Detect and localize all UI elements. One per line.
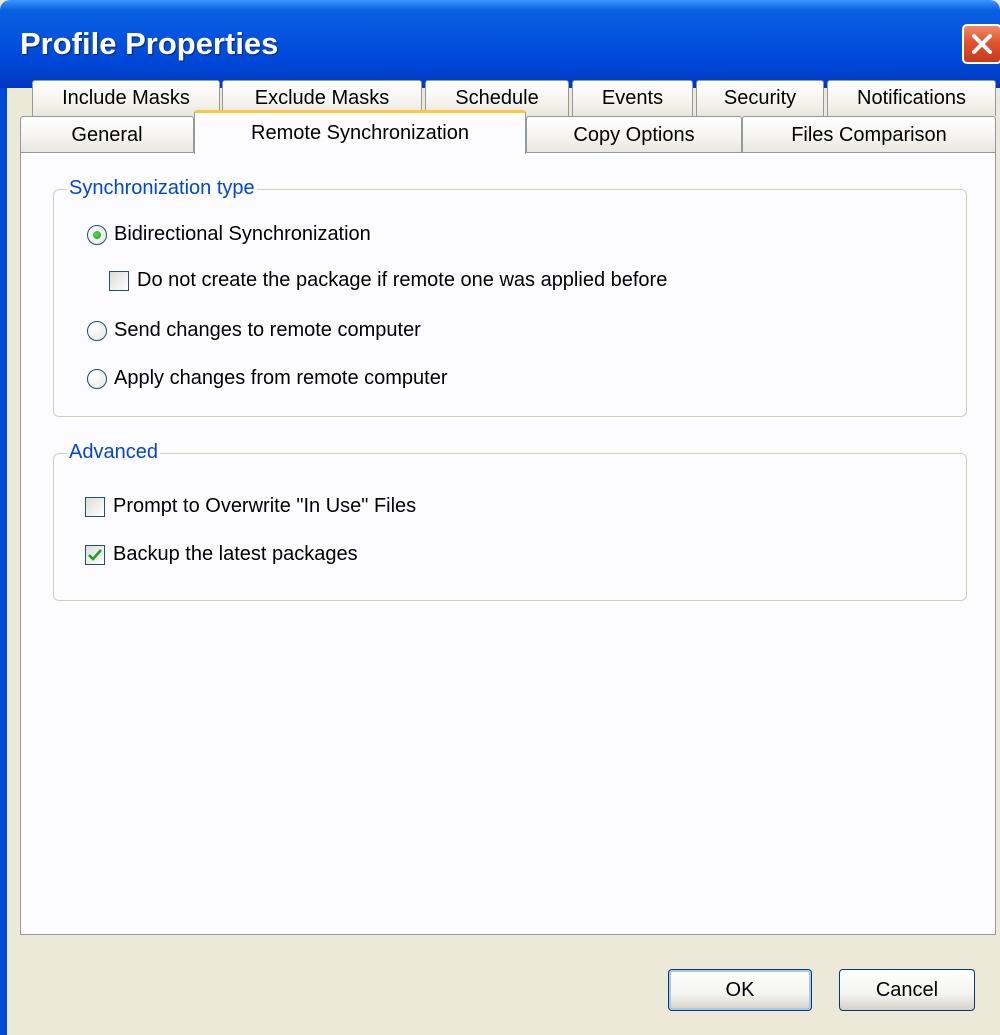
remote-sync-panel: Synchronization type Bidirectional Synch… <box>20 152 996 935</box>
tab-general[interactable]: General <box>20 116 194 153</box>
apply-changes-option[interactable]: Apply changes from remote computer <box>87 367 448 390</box>
ok-button[interactable]: OK <box>668 969 812 1011</box>
tab-security[interactable]: Security <box>696 80 824 116</box>
tab-include-masks[interactable]: Include Masks <box>32 80 220 116</box>
apply-changes-label: Apply changes from remote computer <box>114 367 448 389</box>
no-package-option[interactable]: Do not create the package if remote one … <box>109 269 667 292</box>
send-changes-radio[interactable] <box>87 320 107 341</box>
close-icon <box>972 34 992 54</box>
close-button[interactable] <box>962 24 1000 64</box>
profile-properties-dialog: Profile Properties Include Masks Exclude… <box>0 0 1000 1035</box>
prompt-overwrite-checkbox[interactable] <box>85 496 105 517</box>
apply-changes-radio[interactable] <box>87 368 107 389</box>
tab-events[interactable]: Events <box>572 80 693 116</box>
send-changes-option[interactable]: Send changes to remote computer <box>87 319 421 342</box>
checkmark-icon <box>88 548 102 561</box>
tab-files-comparison[interactable]: Files Comparison <box>742 116 996 153</box>
window-title: Profile Properties <box>20 26 279 61</box>
advanced-group-label: Advanced <box>67 441 160 464</box>
title-bar[interactable]: Profile Properties <box>0 0 1000 88</box>
tab-notifications[interactable]: Notifications <box>827 80 996 116</box>
sync-type-group-label: Synchronization type <box>67 177 257 200</box>
backup-packages-option[interactable]: Backup the latest packages <box>85 543 358 566</box>
no-package-checkbox[interactable] <box>109 270 129 291</box>
send-changes-label: Send changes to remote computer <box>114 319 421 341</box>
tab-remote-synchronization[interactable]: Remote Synchronization <box>194 110 526 154</box>
no-package-label: Do not create the package if remote one … <box>137 269 668 291</box>
bidirectional-label: Bidirectional Synchronization <box>114 223 371 245</box>
prompt-overwrite-label: Prompt to Overwrite "In Use" Files <box>113 495 417 517</box>
window-frame-left <box>0 88 7 1035</box>
bidirectional-option[interactable]: Bidirectional Synchronization <box>87 223 371 246</box>
backup-packages-label: Backup the latest packages <box>113 543 358 565</box>
cancel-button[interactable]: Cancel <box>839 969 975 1011</box>
advanced-group <box>53 453 967 601</box>
prompt-overwrite-option[interactable]: Prompt to Overwrite "In Use" Files <box>85 495 416 518</box>
backup-packages-checkbox[interactable] <box>85 544 105 565</box>
tab-copy-options[interactable]: Copy Options <box>526 116 742 153</box>
bidirectional-radio[interactable] <box>87 224 107 245</box>
